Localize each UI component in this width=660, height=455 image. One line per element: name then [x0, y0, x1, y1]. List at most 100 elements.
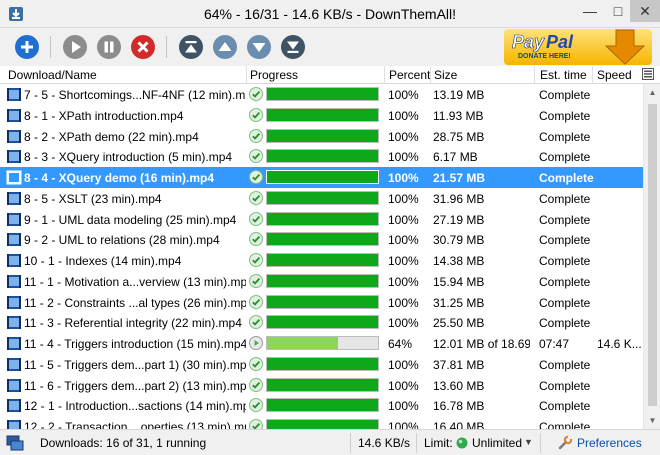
- download-est-time: Complete: [539, 88, 591, 102]
- download-size: 16.40 MB: [433, 420, 485, 429]
- download-size: 21.57 MB: [433, 171, 486, 185]
- progress-fill: [267, 108, 378, 121]
- check-icon: [249, 253, 263, 267]
- column-header-size[interactable]: Size: [434, 68, 457, 82]
- network-status-icon: [6, 435, 24, 451]
- download-name: 8 - 2 - XPath demo (22 min).mp4: [24, 129, 199, 144]
- column-divider[interactable]: [534, 66, 535, 84]
- move-top-button[interactable]: [178, 34, 204, 60]
- download-row[interactable]: 10 - 1 - Indexes (14 min).mp4 100% 14.38 M…: [0, 250, 643, 271]
- minimize-button[interactable]: —: [576, 0, 604, 22]
- scroll-up-icon[interactable]: ▲: [644, 84, 660, 101]
- paypal-donate-button[interactable]: Pay Pal DONATE HERE!: [504, 28, 652, 66]
- scrollbar-thumb[interactable]: [648, 104, 657, 406]
- progress-fill: [267, 233, 378, 246]
- status-separator: [350, 433, 351, 453]
- check-icon: [249, 419, 263, 429]
- column-header-name[interactable]: Download/Name: [8, 68, 97, 82]
- download-size: 12.01 MB of 18.69 ...: [433, 337, 530, 351]
- toolbar-separator: [50, 36, 51, 58]
- svg-text:Pal: Pal: [546, 32, 574, 52]
- check-icon: [249, 149, 263, 164]
- download-est-time: Complete: [539, 357, 591, 372]
- download-row[interactable]: 9 - 2 - UML to relations (28 min).mp4 100…: [0, 229, 643, 250]
- column-divider[interactable]: [592, 66, 593, 84]
- download-row[interactable]: 12 - 1 - Introduction...sactions (14 min…: [0, 395, 643, 416]
- download-row[interactable]: 11 - 5 - Triggers dem...part 1) (30 min)…: [0, 354, 643, 375]
- column-header-est-time[interactable]: Est. time: [540, 68, 587, 82]
- download-row[interactable]: 8 - 4 - XQuery demo (16 min).mp4 100% 21.5…: [0, 167, 643, 188]
- check-icon: [249, 87, 263, 101]
- column-divider[interactable]: [246, 66, 247, 84]
- download-percent: 100%: [388, 420, 419, 429]
- column-header-speed[interactable]: Speed: [597, 68, 632, 82]
- download-row[interactable]: 11 - 4 - Triggers introduction (15 min).…: [0, 333, 643, 354]
- progress-fill: [267, 420, 378, 429]
- progress-fill: [267, 399, 378, 412]
- download-size: 31.25 MB: [433, 295, 485, 310]
- video-file-icon: [6, 170, 22, 185]
- download-row[interactable]: 8 - 5 - XSLT (23 min).mp4 100% 31.96 MB Com…: [0, 188, 643, 209]
- column-header-progress[interactable]: Progress: [250, 68, 298, 82]
- download-est-time: Complete: [539, 108, 591, 123]
- download-row[interactable]: 11 - 6 - Triggers dem...part 2) (13 min)…: [0, 375, 643, 396]
- download-row[interactable]: 12 - 2 - Transaction ...operties (13 min…: [0, 416, 643, 429]
- play-status-icon: [249, 336, 263, 350]
- window-title: 64% - 16/31 - 14.6 KB/s - DownThemAll!: [203, 6, 457, 22]
- download-row[interactable]: 8 - 1 - XPath introduction.mp4 100% 11.93 …: [0, 105, 643, 126]
- check-icon: [249, 232, 263, 247]
- play-icon: [63, 35, 87, 59]
- close-window-button[interactable]: ✕: [630, 0, 660, 22]
- download-name: 9 - 1 - UML data modeling (25 min).mp4: [24, 212, 237, 227]
- download-percent: 100%: [388, 378, 419, 393]
- progress-fill: [267, 129, 378, 142]
- download-size: 37.81 MB: [433, 357, 485, 372]
- move-down-button[interactable]: [246, 34, 272, 60]
- column-divider[interactable]: [430, 66, 431, 84]
- video-file-icon: [7, 316, 21, 330]
- download-row[interactable]: 8 - 3 - XQuery introduction (5 min).mp4 1…: [0, 146, 643, 167]
- download-percent: 64%: [388, 337, 413, 351]
- video-file-icon: [7, 337, 21, 350]
- download-percent: 100%: [388, 171, 419, 185]
- vertical-scrollbar[interactable]: ▲ ▼: [643, 84, 660, 429]
- cancel-button[interactable]: [130, 34, 156, 60]
- check-icon: [249, 107, 263, 122]
- download-size: 6.17 MB: [433, 150, 478, 165]
- download-size: 13.19 MB: [433, 88, 485, 102]
- move-bottom-icon: [281, 35, 305, 59]
- resume-button[interactable]: [62, 34, 88, 60]
- maximize-button[interactable]: □: [604, 0, 632, 22]
- add-download-button[interactable]: [14, 34, 40, 60]
- column-picker-icon[interactable]: [642, 68, 654, 80]
- progress-bar: [266, 253, 379, 267]
- download-name: 8 - 5 - XSLT (23 min).mp4: [24, 191, 162, 206]
- download-percent: 100%: [388, 150, 419, 165]
- toolbar: Pay Pal DONATE HERE!: [0, 28, 660, 66]
- column-header-percent[interactable]: Percent: [389, 68, 430, 82]
- download-row[interactable]: 11 - 1 - Motivation a...verview (13 min)…: [0, 271, 643, 292]
- paypal-logo: Pay Pal: [504, 29, 652, 65]
- download-row[interactable]: 7 - 5 - Shortcomings...NF-4NF (12 min).m…: [0, 84, 643, 105]
- scroll-down-icon[interactable]: ▼: [644, 412, 660, 429]
- video-file-icon: [7, 233, 21, 247]
- move-up-button[interactable]: [212, 34, 238, 60]
- download-row[interactable]: 8 - 2 - XPath demo (22 min).mp4 100% 28.75…: [0, 126, 643, 147]
- column-divider[interactable]: [384, 66, 385, 84]
- speed-limit-dropdown[interactable]: Unlimited ▼: [456, 434, 534, 452]
- download-size: 25.50 MB: [433, 316, 485, 331]
- limit-status-icon: [456, 437, 468, 449]
- download-name: 8 - 4 - XQuery demo (16 min).mp4: [24, 171, 215, 185]
- download-row[interactable]: 9 - 1 - UML data modeling (25 min).mp4 10…: [0, 209, 643, 230]
- video-file-icon: [7, 378, 21, 392]
- download-row[interactable]: 11 - 2 - Constraints ...al types (26 min…: [0, 292, 643, 313]
- progress-bar: [266, 294, 379, 309]
- move-bottom-button[interactable]: [280, 34, 306, 60]
- preferences-button[interactable]: Preferences: [557, 434, 657, 452]
- pause-button[interactable]: [96, 34, 122, 60]
- table-header: Download/Name Progress Percent Size Est.…: [0, 66, 660, 84]
- download-size: 30.79 MB: [433, 233, 485, 248]
- progress-fill: [267, 88, 378, 100]
- check-icon: [249, 398, 263, 413]
- download-row[interactable]: 11 - 3 - Referential integrity (22 min).…: [0, 312, 643, 333]
